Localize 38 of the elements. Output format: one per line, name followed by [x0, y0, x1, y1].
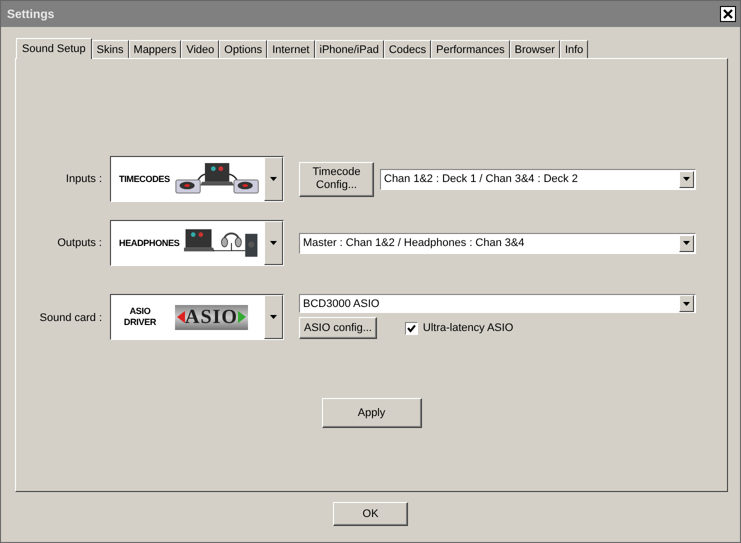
tab[interactable]: Codecs [384, 40, 432, 58]
tab[interactable]: Skins [92, 40, 129, 58]
dropdown[interactable]: Master : Chan 1&2 / Headphones : Chan 3&4 [299, 232, 696, 254]
checkbox[interactable] [404, 322, 418, 334]
caret-icon [270, 241, 277, 245]
tab[interactable]: Video [181, 40, 220, 58]
caret-icon [683, 177, 690, 181]
tile-caption: TIMECODES [119, 174, 170, 184]
tile-caption: ASIO DRIVER [122, 306, 158, 328]
dropdown[interactable]: Chan 1&2 : Deck 1 / Chan 3&4 : Deck 2 [380, 168, 696, 190]
close-icon[interactable] [720, 6, 736, 22]
apply-button[interactable]: Apply [322, 398, 422, 428]
image-combo[interactable]: TIMECODES [110, 156, 284, 202]
dropdown[interactable]: BCD3000 ASIO [299, 294, 696, 313]
tile-caption: HEADPHONES [119, 238, 180, 248]
tab[interactable]: Internet [267, 40, 314, 58]
caret-icon [683, 241, 690, 245]
field-label: Outputs : [56, 237, 102, 249]
checkbox-label: Ultra-latency ASIO [422, 322, 514, 334]
tab[interactable]: Options [219, 40, 268, 58]
tab[interactable]: Browser [510, 40, 560, 58]
tab[interactable]: Performances [431, 40, 510, 58]
tab[interactable]: Info [560, 40, 588, 58]
tab[interactable]: Sound Setup [16, 38, 92, 59]
caret-icon [683, 302, 690, 306]
ok-button[interactable]: OK [333, 502, 408, 526]
image-combo[interactable]: ASIO DRIVER ASIO [110, 294, 284, 340]
image-combo[interactable]: HEADPHONES [110, 220, 284, 266]
tab[interactable]: Mappers [128, 40, 182, 58]
window-title: Settings [7, 7, 54, 21]
tab[interactable]: iPhone/iPad [314, 40, 384, 58]
field-label: Inputs : [64, 173, 102, 185]
config-button[interactable]: Timecode Config... [299, 162, 374, 196]
field-label: Sound card : [38, 312, 102, 324]
asio-logo: ASIO [175, 304, 248, 330]
caret-icon [270, 177, 277, 181]
caret-icon [270, 315, 277, 319]
config-button[interactable]: ASIO config... [299, 317, 377, 339]
